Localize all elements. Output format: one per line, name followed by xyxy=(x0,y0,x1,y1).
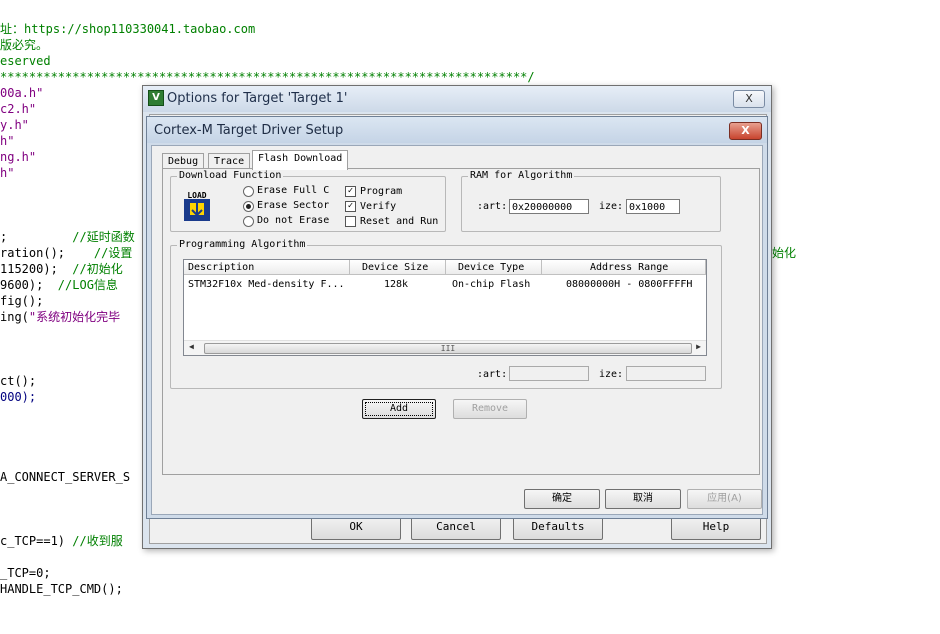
cortex-m-target-driver-setup-dialog: Cortex-M Target Driver Setup X Debug Tra… xyxy=(146,116,768,519)
do-not-erase-label: Do not Erase xyxy=(257,215,330,226)
code-line: h" xyxy=(0,166,15,180)
algorithm-list[interactable]: Description Device Size Device Type Addr… xyxy=(183,259,707,356)
code-line: ; //延时函数 xyxy=(0,230,135,244)
program-label: Program xyxy=(360,186,403,197)
scroll-thumb[interactable]: III xyxy=(204,343,692,354)
programming-algorithm-legend: Programming Algorithm xyxy=(177,239,308,251)
column-header-description[interactable]: Description xyxy=(184,260,350,275)
code-line: ing("系统初始化完毕 xyxy=(0,310,121,324)
inner-close-button[interactable]: X xyxy=(729,122,762,140)
do-not-erase-radio[interactable] xyxy=(243,216,254,227)
inner-title-bar: Cortex-M Target Driver Setup X xyxy=(147,117,767,143)
download-function-group: Download Function LOAD Erase Full C Eras… xyxy=(170,170,446,232)
code-line: 址：https://shop110330041.taobao.com xyxy=(0,22,256,36)
confirm-button[interactable]: 确定 xyxy=(524,489,600,509)
row-address-range: 08000000H - 0800FFFFH xyxy=(566,279,693,290)
algo-start-label: :art: xyxy=(477,369,508,380)
reset-and-run-label: Reset and Run xyxy=(360,216,439,227)
cancel-button[interactable]: 取消 xyxy=(605,489,681,509)
download-function-legend: Download Function xyxy=(177,170,284,182)
inner-dialog-title: Cortex-M Target Driver Setup xyxy=(154,123,344,138)
defaults-button[interactable]: Defaults xyxy=(513,516,603,540)
row-device-type: On-chip Flash xyxy=(452,279,531,290)
verify-label: Verify xyxy=(360,201,397,212)
help-button[interactable]: Help xyxy=(671,516,761,540)
column-header-device-type[interactable]: Device Type xyxy=(446,260,542,275)
row-description: STM32F10x Med-density F... xyxy=(188,279,345,290)
inner-dialog-body: Debug Trace Flash Download Download Func… xyxy=(151,145,763,515)
program-checkbox[interactable]: ✓ xyxy=(345,186,356,197)
programming-algorithm-group: Programming Algorithm Description Device… xyxy=(170,239,722,389)
ram-for-algorithm-group: RAM for Algorithm :art: 0x20000000 ize: … xyxy=(461,170,721,232)
code-line: HANDLE_TCP_CMD(); xyxy=(0,582,123,596)
column-header-device-size[interactable]: Device Size xyxy=(350,260,446,275)
code-line: 始化 xyxy=(772,246,797,260)
erase-sector-label: Erase Sector xyxy=(257,200,330,211)
ram-start-input[interactable]: 0x20000000 xyxy=(509,199,589,214)
code-line: A_CONNECT_SERVER_S xyxy=(0,470,131,484)
algo-size-label: ize: xyxy=(599,369,624,380)
code-line: ng.h" xyxy=(0,150,37,164)
flash-download-panel: Download Function LOAD Erase Full C Eras… xyxy=(162,168,760,475)
load-icon-text: LOAD xyxy=(187,191,206,200)
code-line: 版必究。 xyxy=(0,38,49,52)
outer-title-bar: V Options for Target 'Target 1' X xyxy=(143,86,771,112)
outer-cancel-button[interactable]: Cancel xyxy=(411,516,501,540)
ram-for-algorithm-legend: RAM for Algorithm xyxy=(468,170,575,182)
code-line: ct(); xyxy=(0,374,37,388)
ram-start-label: :art: xyxy=(477,201,508,212)
code-line: 00a.h" xyxy=(0,86,44,100)
algo-size-input[interactable] xyxy=(626,366,706,381)
code-line: fig(); xyxy=(0,294,44,308)
code-line: 000); xyxy=(0,390,37,404)
code-line: eserved xyxy=(0,54,51,68)
algo-start-input[interactable] xyxy=(509,366,589,381)
horizontal-scrollbar[interactable]: ◀ III ▶ xyxy=(184,340,706,355)
ram-size-label: ize: xyxy=(599,201,624,212)
outer-dialog-title: Options for Target 'Target 1' xyxy=(167,91,348,106)
outer-close-button[interactable]: X xyxy=(733,90,765,108)
ok-button[interactable]: OK xyxy=(311,516,401,540)
apply-button[interactable]: 应用(A) xyxy=(687,489,762,509)
keil-app-icon: V xyxy=(148,90,164,106)
scroll-left-icon[interactable]: ◀ xyxy=(189,342,194,351)
column-header-address-range[interactable]: Address Range xyxy=(542,260,706,275)
code-line: c2.h" xyxy=(0,102,37,116)
code-line: h" xyxy=(0,134,15,148)
tab-flash-download[interactable]: Flash Download xyxy=(252,150,349,170)
remove-button[interactable]: Remove xyxy=(453,399,527,419)
verify-checkbox[interactable]: ✓ xyxy=(345,201,356,212)
code-line: y.h" xyxy=(0,118,29,132)
erase-full-chip-label: Erase Full C xyxy=(257,185,330,196)
code-line: 9600); //LOG信息 xyxy=(0,278,118,292)
code-line: c_TCP==1) //收到服 xyxy=(0,534,123,548)
code-line: ration(); //设置 xyxy=(0,246,133,260)
add-button[interactable]: Add xyxy=(362,399,436,419)
ram-size-input[interactable]: 0x1000 xyxy=(626,199,680,214)
erase-full-chip-radio[interactable] xyxy=(243,186,254,197)
reset-and-run-checkbox[interactable] xyxy=(345,216,356,227)
row-device-size: 128k xyxy=(384,279,409,290)
scroll-right-icon[interactable]: ▶ xyxy=(696,342,701,351)
erase-sector-radio[interactable] xyxy=(243,201,254,212)
code-line: _TCP=0; xyxy=(0,566,51,580)
code-line: ****************************************… xyxy=(0,70,535,84)
load-icon: LOAD xyxy=(184,191,210,221)
code-line: 115200); //初始化 xyxy=(0,262,123,276)
